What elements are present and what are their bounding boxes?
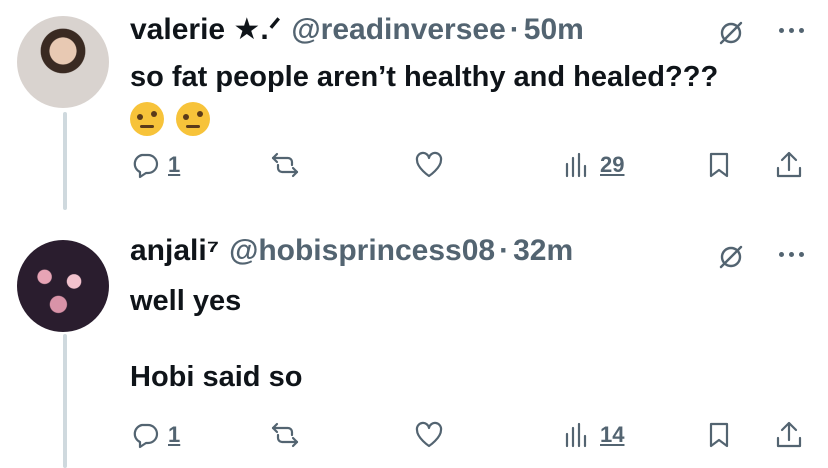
- views-icon: [565, 152, 587, 178]
- more-options-icon[interactable]: [779, 28, 804, 33]
- separator-dot: ·: [499, 234, 510, 267]
- grok-icon[interactable]: [716, 242, 746, 272]
- share-button[interactable]: [774, 150, 804, 180]
- timestamp[interactable]: 50m: [524, 13, 584, 47]
- bookmark-button[interactable]: [704, 150, 734, 180]
- share-icon: [776, 421, 802, 448]
- display-name[interactable]: anjali⁷: [130, 234, 219, 268]
- timestamp[interactable]: 32m: [513, 234, 573, 268]
- display-name[interactable]: valerie ★.ᐟ: [130, 12, 281, 47]
- reply-icon: [133, 153, 159, 179]
- more-options-icon[interactable]: [779, 252, 804, 257]
- action-bar: 1 29: [130, 150, 810, 190]
- action-bar: 1 14: [130, 420, 810, 460]
- raised-eyebrow-emoji: [130, 102, 164, 136]
- avatar[interactable]: [17, 240, 109, 332]
- view-count[interactable]: 29: [600, 152, 624, 178]
- thread-line: [63, 112, 67, 210]
- reply-button[interactable]: 1: [130, 150, 180, 180]
- bookmark-icon: [709, 422, 729, 448]
- view-count[interactable]: 14: [600, 422, 624, 448]
- thread-line: [63, 334, 67, 468]
- retweet-icon: [271, 152, 299, 178]
- bookmark-icon: [709, 152, 729, 178]
- avatar[interactable]: [17, 16, 109, 108]
- reply-icon: [133, 423, 159, 449]
- reply-count[interactable]: 1: [168, 422, 180, 448]
- views-button[interactable]: 14: [562, 420, 624, 450]
- separator-dot: ·: [509, 13, 520, 46]
- tweet[interactable]: anjali⁷ @hobisprincess08 · 32m well yes …: [0, 210, 828, 468]
- retweet-icon: [271, 422, 299, 448]
- share-button[interactable]: [774, 420, 804, 450]
- like-button[interactable]: [414, 150, 444, 180]
- heart-icon: [415, 421, 443, 448]
- user-handle[interactable]: @hobisprincess08: [229, 234, 495, 268]
- views-button[interactable]: 29: [562, 150, 624, 180]
- tweet-header: anjali⁷ @hobisprincess08 · 32m: [130, 234, 573, 268]
- tweet-header: valerie ★.ᐟ @readinversee · 50m: [130, 12, 584, 47]
- like-button[interactable]: [414, 420, 444, 450]
- user-handle[interactable]: @readinversee: [291, 13, 505, 47]
- tweet-text: so fat people aren’t healthy and healed?…: [130, 61, 719, 93]
- heart-icon: [415, 151, 443, 178]
- retweet-button[interactable]: [270, 420, 300, 450]
- emoji-row: [130, 102, 222, 136]
- reply-count[interactable]: 1: [168, 152, 180, 178]
- tweet[interactable]: valerie ★.ᐟ @readinversee · 50m so fat p…: [0, 0, 828, 210]
- views-icon: [565, 422, 587, 448]
- share-icon: [776, 151, 802, 178]
- reply-button[interactable]: 1: [130, 420, 180, 450]
- retweet-button[interactable]: [270, 150, 300, 180]
- grok-icon[interactable]: [716, 18, 746, 48]
- raised-eyebrow-emoji: [176, 102, 210, 136]
- bookmark-button[interactable]: [704, 420, 734, 450]
- tweet-text: well yes Hobi said so: [130, 285, 303, 393]
